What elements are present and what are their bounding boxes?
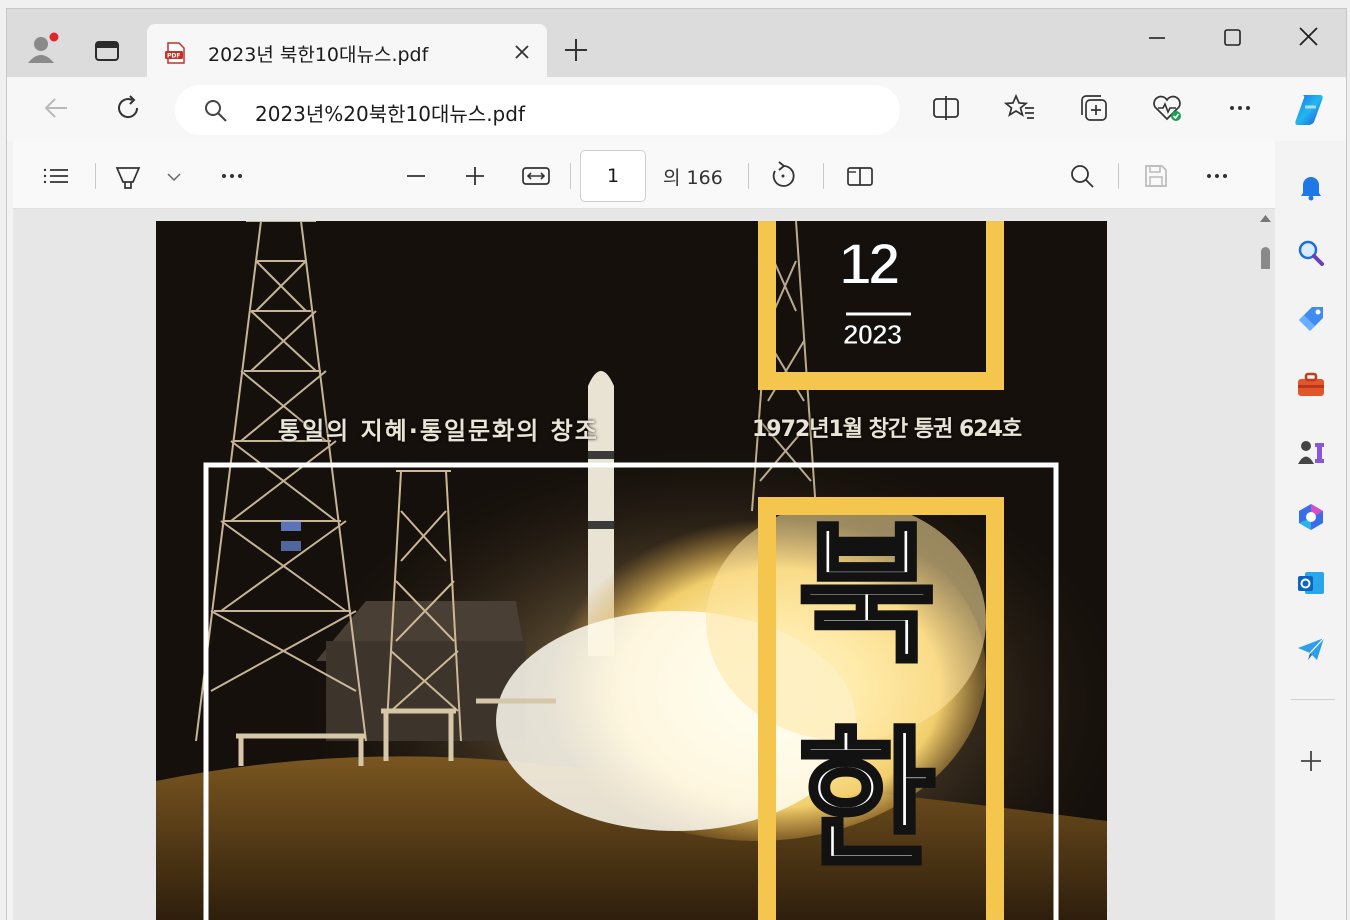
tab-active[interactable]: PDF 2023년 북한10대뉴스.pdf — [147, 24, 547, 78]
draw-icon[interactable] — [111, 159, 145, 193]
vertical-scrollbar[interactable] — [1256, 209, 1275, 920]
favorites-icon[interactable] — [1003, 91, 1037, 125]
magazine-title-char-1: 북 — [795, 509, 938, 683]
issue-info: 1972년1월 창간 통권 624호 — [752, 417, 1022, 442]
title-bar: PDF 2023년 북한10대뉴스.pdf — [7, 9, 1346, 78]
separator — [95, 163, 96, 189]
more-icon[interactable] — [215, 159, 249, 193]
zoom-out-icon[interactable] — [399, 159, 433, 193]
maximize-icon[interactable] — [1212, 23, 1252, 53]
separator — [570, 163, 571, 189]
more-icon[interactable] — [1200, 159, 1234, 193]
search-icon[interactable] — [1065, 159, 1099, 193]
games-icon[interactable] — [1295, 435, 1327, 467]
refresh-icon[interactable] — [111, 91, 145, 125]
rotate-icon[interactable] — [766, 159, 800, 193]
copilot-icon[interactable] — [1290, 89, 1330, 129]
browser-essentials-icon[interactable] — [1150, 91, 1184, 125]
separator — [823, 163, 824, 189]
tab-title: 2023년 북한10대뉴스.pdf — [208, 44, 429, 66]
edge-sidebar — [1275, 141, 1346, 920]
browser-window: PDF 2023년 북한10대뉴스.pdf 2023년%20북한10대뉴스.pd… — [6, 8, 1347, 920]
separator — [1118, 163, 1119, 189]
telegram-icon[interactable] — [1295, 633, 1327, 665]
url-text: 2023년%20북한10대뉴스.pdf — [255, 102, 525, 126]
svg-text:PDF: PDF — [167, 53, 180, 60]
close-icon[interactable] — [511, 41, 533, 63]
notifications-icon[interactable] — [1295, 171, 1327, 203]
pdf-toolbar: 1 의 166 — [13, 141, 1275, 209]
page-view-icon[interactable] — [843, 159, 877, 193]
contents-icon[interactable] — [39, 159, 73, 193]
search-icon[interactable] — [1295, 237, 1327, 269]
separator — [1291, 699, 1335, 700]
microsoft-365-icon[interactable] — [1295, 501, 1327, 533]
new-tab-icon[interactable] — [561, 35, 591, 65]
zoom-in-icon[interactable] — [458, 159, 492, 193]
page-total: 의 166 — [663, 167, 723, 189]
issue-year: 2023 — [842, 319, 902, 351]
more-icon[interactable] — [1223, 91, 1257, 125]
tools-icon[interactable] — [1295, 369, 1327, 401]
chevron-down-icon[interactable] — [157, 159, 191, 193]
search-icon — [203, 98, 229, 124]
split-screen-icon[interactable] — [929, 91, 963, 125]
issue-month: 12 — [838, 231, 901, 298]
outlook-icon[interactable] — [1295, 567, 1327, 599]
cover-slogan: 통일의 지혜·통일문화의 창조 — [278, 417, 599, 445]
cover-photo — [156, 221, 1107, 920]
save-icon[interactable] — [1139, 159, 1173, 193]
collections-icon[interactable] — [1077, 91, 1111, 125]
shopping-icon[interactable] — [1295, 303, 1327, 335]
navigation-bar: 2023년%20북한10대뉴스.pdf — [7, 77, 1346, 141]
separator — [748, 163, 749, 189]
minimize-icon[interactable] — [1137, 23, 1177, 53]
tab-actions-icon[interactable] — [91, 35, 123, 67]
pdf-page: 12 2023 통일의 지혜·통일문화의 창조 1972년1월 창간 통권 62… — [156, 221, 1107, 920]
add-icon[interactable] — [1295, 745, 1327, 777]
fit-width-icon[interactable] — [519, 159, 553, 193]
profile-icon[interactable] — [25, 31, 61, 67]
address-bar[interactable]: 2023년%20북한10대뉴스.pdf — [175, 85, 900, 135]
pdf-viewer[interactable]: 12 2023 통일의 지혜·통일문화의 창조 1972년1월 창간 통권 62… — [13, 209, 1275, 920]
page-number-input[interactable]: 1 — [580, 150, 646, 202]
magazine-title-char-2: 한 — [795, 714, 938, 888]
pdf-icon: PDF — [164, 41, 188, 65]
close-window-icon[interactable] — [1288, 23, 1328, 53]
back-icon[interactable] — [39, 91, 73, 125]
